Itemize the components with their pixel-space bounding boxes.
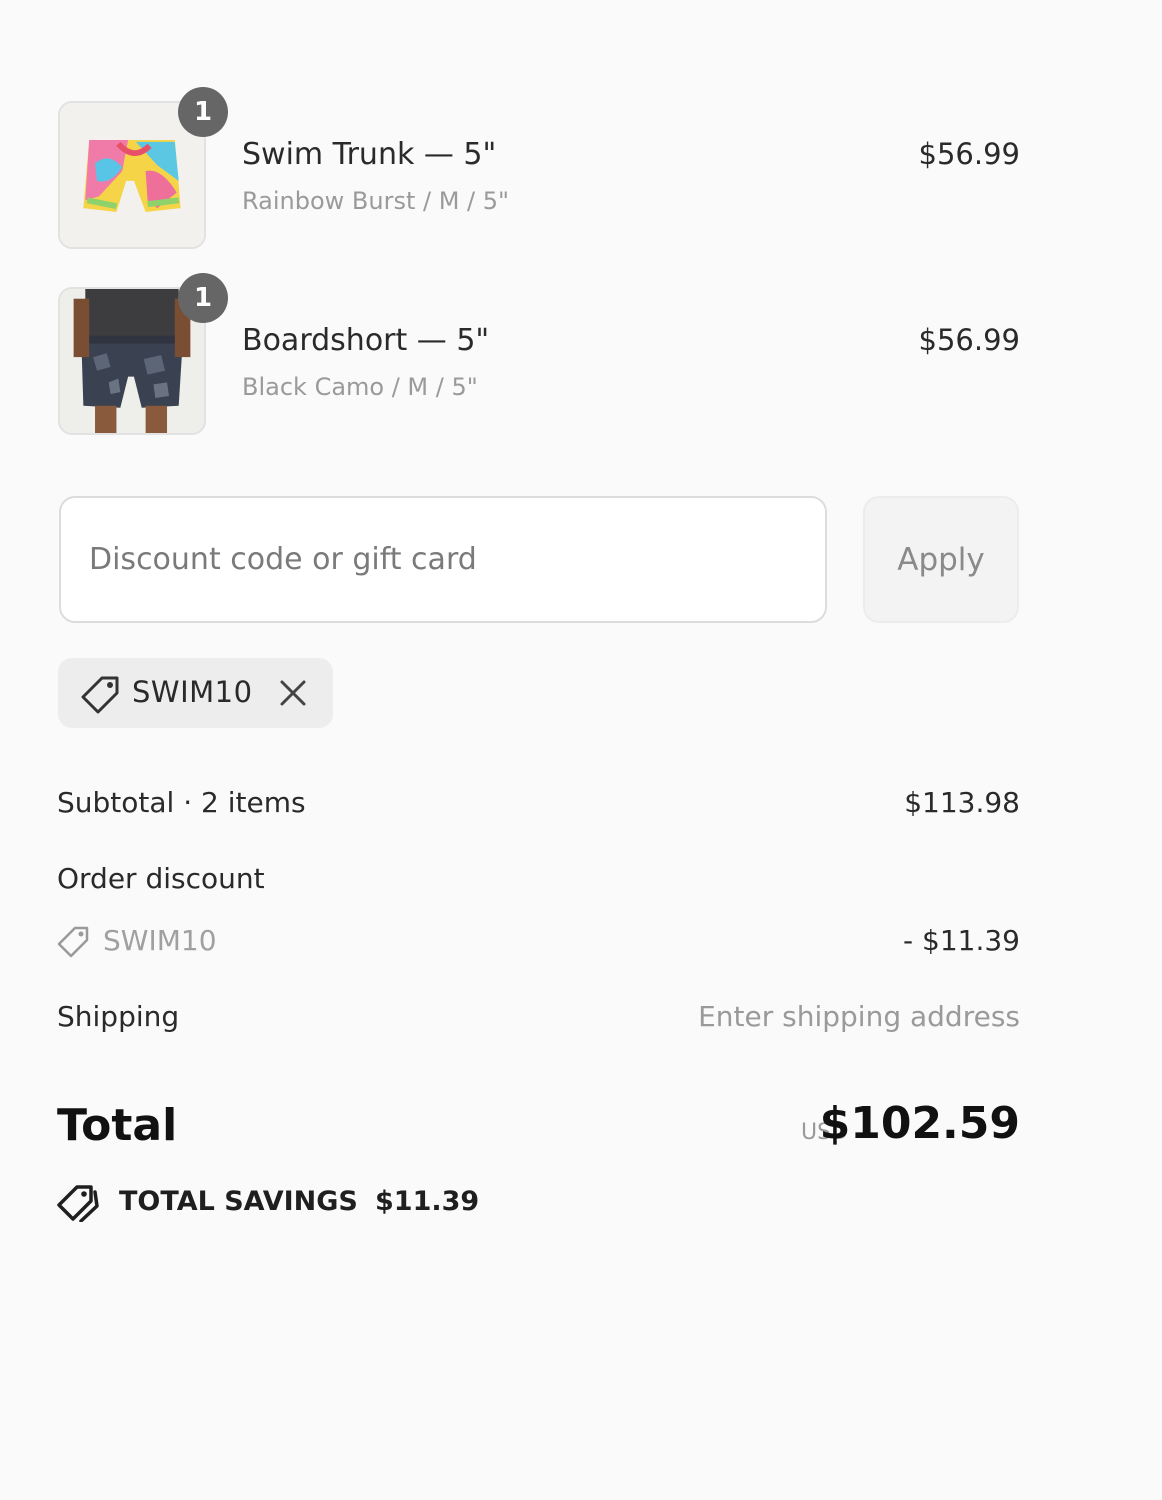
- total-label: Total: [57, 1100, 178, 1151]
- discount-code-input[interactable]: [59, 496, 827, 623]
- item-price: $56.99: [918, 137, 1020, 171]
- item-price: $56.99: [918, 323, 1020, 357]
- applied-code-label: SWIM10: [132, 675, 253, 709]
- subtotal-label: Subtotal · 2 items: [57, 786, 306, 819]
- quantity-badge: 1: [178, 87, 228, 137]
- order-summary-panel: 1 Swim Trunk — 5" Rainbow Burst / M / 5"…: [0, 0, 1162, 1500]
- line-item: 1 Boardshort — 5" Black Camo / M / 5" $5…: [58, 273, 1020, 437]
- total-amount: $102.59: [819, 1098, 1020, 1149]
- discount-code-name: SWIM10: [103, 924, 217, 957]
- item-variant: Black Camo / M / 5": [242, 373, 478, 401]
- quantity-badge: 1: [178, 273, 228, 323]
- item-variant: Rainbow Burst / M / 5": [242, 187, 510, 215]
- tag-icon: [81, 676, 119, 714]
- discount-value: - $11.39: [903, 924, 1020, 957]
- subtotal-value: $113.98: [904, 786, 1020, 819]
- total-savings-label: TOTAL SAVINGS: [119, 1186, 358, 1217]
- applied-code-chip: SWIM10: [58, 658, 333, 728]
- shipping-value: Enter shipping address: [698, 1000, 1020, 1033]
- apply-button[interactable]: Apply: [863, 496, 1019, 623]
- tag-icon: [57, 926, 89, 958]
- close-icon[interactable]: [276, 676, 310, 710]
- item-title: Boardshort — 5": [242, 323, 490, 358]
- shipping-label: Shipping: [57, 1000, 180, 1033]
- total-savings-amount: $11.39: [375, 1186, 480, 1217]
- order-discount-label: Order discount: [57, 862, 265, 895]
- item-title: Swim Trunk — 5": [242, 137, 497, 172]
- savings-tags-icon: [57, 1185, 99, 1222]
- line-item: 1 Swim Trunk — 5" Rainbow Burst / M / 5"…: [58, 87, 1020, 251]
